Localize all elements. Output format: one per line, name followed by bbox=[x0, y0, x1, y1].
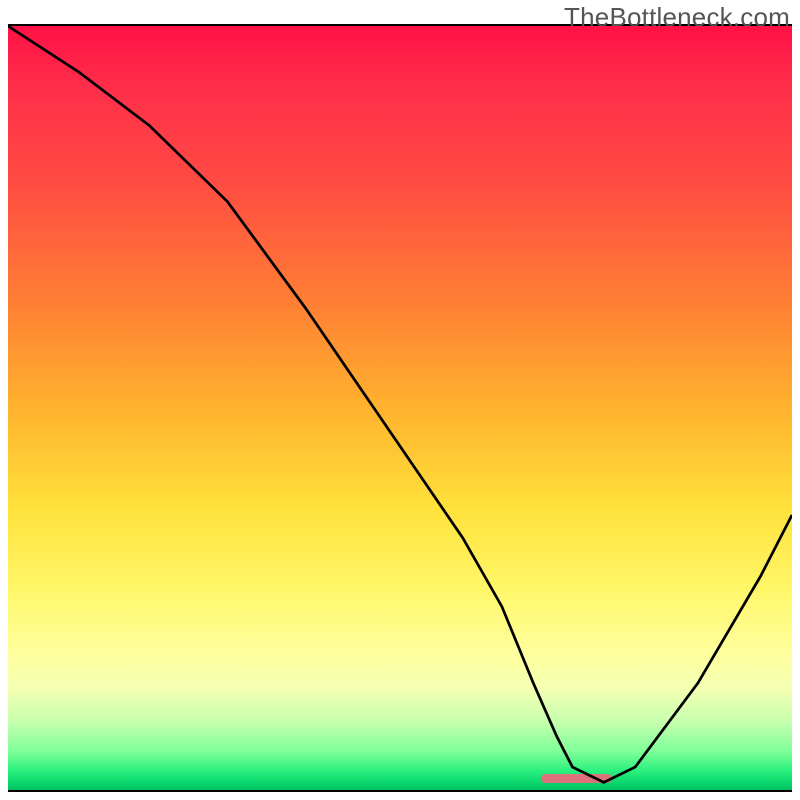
chart-stage: TheBottleneck.com bbox=[0, 0, 800, 800]
curve-path bbox=[8, 26, 792, 782]
plot-area bbox=[8, 24, 792, 792]
watermark-text: TheBottleneck.com bbox=[564, 2, 790, 33]
bottleneck-curve bbox=[8, 26, 792, 790]
